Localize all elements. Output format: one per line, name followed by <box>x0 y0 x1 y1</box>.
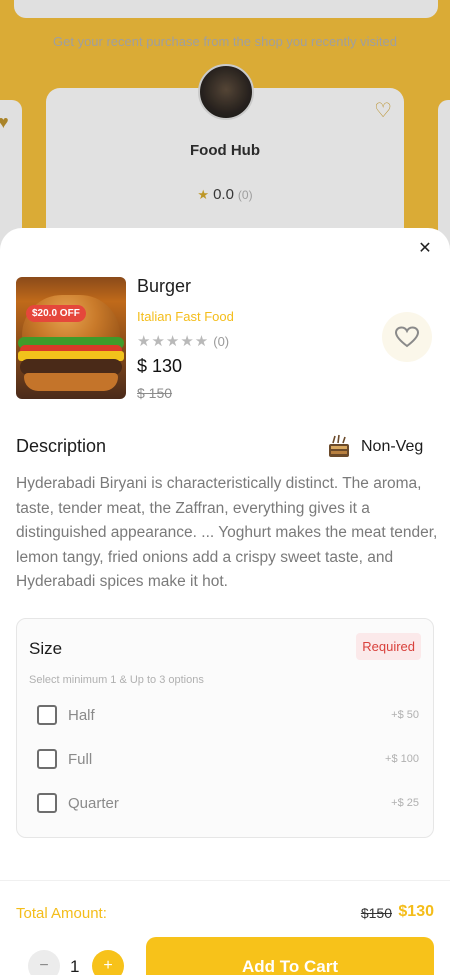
option-label: Quarter <box>68 795 119 812</box>
checkbox[interactable] <box>37 749 57 769</box>
product-bottom-sheet: ✕ $20.0 OFF Burger Italian Fast Food ★★★… <box>0 228 450 975</box>
size-title: Size <box>29 639 63 658</box>
checkbox[interactable] <box>37 705 57 725</box>
dim-overlay[interactable] <box>0 0 450 260</box>
option-price: +$ 25 <box>391 797 419 809</box>
size-option-half[interactable]: Half +$ 50 <box>37 705 419 731</box>
option-label: Half <box>68 707 95 724</box>
total-old-price: $150 <box>360 905 392 921</box>
non-veg-label: Non-Veg <box>361 438 424 455</box>
non-veg-icon <box>329 434 349 457</box>
size-hint: Select minimum 1 & Up to 3 options <box>29 674 204 686</box>
description-text: Hyderabadi Biryani is characteristically… <box>16 475 438 590</box>
required-badge: Required <box>356 633 421 660</box>
quantity-decrease-button[interactable]: − <box>28 950 60 975</box>
close-icon[interactable]: ✕ <box>414 238 436 260</box>
star-rating-icons: ★★★★★ <box>137 333 210 350</box>
product-name: Burger <box>137 276 192 296</box>
product-image: $20.0 OFF <box>16 277 126 399</box>
quantity-increase-button[interactable]: + <box>92 950 124 975</box>
discount-badge: $20.0 OFF <box>26 305 86 322</box>
product-rating: ★★★★★ (0) <box>137 332 229 350</box>
wishlist-button[interactable] <box>382 312 432 362</box>
heart-outline-icon <box>395 326 419 348</box>
product-old-price: $ 150 <box>137 385 173 401</box>
checkbox[interactable] <box>37 793 57 813</box>
size-option-quarter[interactable]: Quarter +$ 25 <box>37 793 419 819</box>
option-price: +$ 50 <box>391 709 419 721</box>
total-price: $130 <box>398 903 434 920</box>
product-rating-count: (0) <box>213 334 230 349</box>
product-category: Italian Fast Food <box>137 309 234 324</box>
cart-footer: Total Amount: $150 $130 − 1 + Add To Car… <box>0 880 450 975</box>
quantity-value: 1 <box>70 957 80 975</box>
product-price: $ 130 <box>137 356 183 376</box>
description-title: Description <box>16 436 107 456</box>
size-option-full[interactable]: Full +$ 100 <box>37 749 419 775</box>
option-price: +$ 100 <box>385 753 419 765</box>
total-label: Total Amount: <box>16 905 107 922</box>
add-to-cart-button[interactable]: Add To Cart <box>146 937 434 975</box>
option-label: Full <box>68 751 93 768</box>
size-options-panel: Size Required Select minimum 1 & Up to 3… <box>16 618 434 838</box>
background-screen: Get your recent purchase from the shop y… <box>0 0 450 260</box>
